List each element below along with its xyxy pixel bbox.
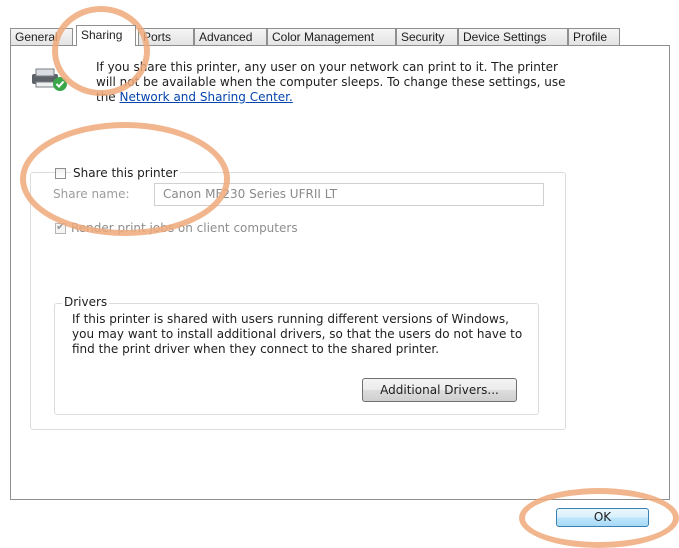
drivers-description: If this printer is shared with users run…	[72, 312, 523, 356]
tab-sharing[interactable]: Sharing	[76, 25, 136, 46]
tab-profile[interactable]: Profile	[568, 28, 620, 45]
render-jobs-checkbox[interactable]: ✔	[55, 220, 66, 234]
share-name-input[interactable]: Canon MF230 Series UFRII LT	[154, 183, 544, 206]
info-text: If you share this printer, any user on y…	[96, 60, 576, 105]
shared-printer-icon	[30, 66, 70, 95]
checkmark-icon: ✔	[56, 220, 66, 233]
drivers-title: Drivers	[62, 295, 110, 309]
tab-color-management[interactable]: Color Management	[267, 28, 396, 45]
tab-security[interactable]: Security	[396, 28, 458, 45]
tab-ports[interactable]: Ports	[138, 28, 194, 45]
share-printer-label[interactable]: Share this printer	[71, 166, 180, 180]
network-sharing-center-link[interactable]: Network and Sharing Center.	[120, 90, 293, 104]
additional-drivers-button[interactable]: Additional Drivers...	[362, 378, 517, 402]
ok-button[interactable]: OK	[556, 508, 649, 527]
render-jobs-label: Render print jobs on client computers	[71, 221, 298, 235]
tab-general[interactable]: General	[10, 28, 73, 45]
tab-device-settings[interactable]: Device Settings	[458, 28, 568, 45]
share-name-label: Share name:	[53, 187, 130, 201]
tab-advanced[interactable]: Advanced	[194, 28, 267, 45]
share-printer-checkbox[interactable]	[55, 168, 66, 179]
